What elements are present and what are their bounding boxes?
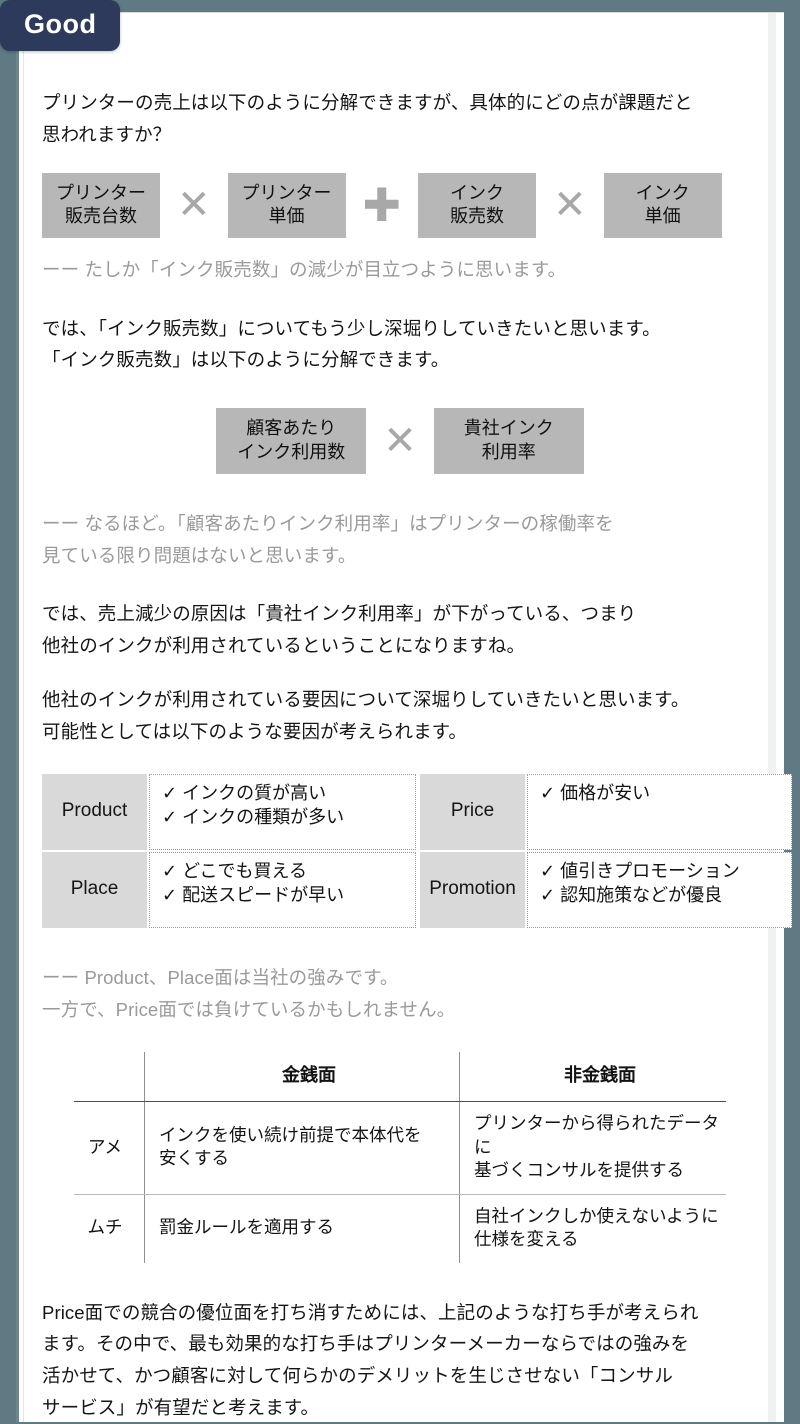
- four-p-items-product: ✓ インクの質が高い ✓ インクの種類が多い: [149, 773, 416, 850]
- table-header-row: 金銭面 非金銭面: [74, 1052, 726, 1103]
- table-corner-cell: [74, 1052, 145, 1103]
- table-cell-ame-monetary: インクを使い続け前提で本体代を 安くする: [144, 1101, 460, 1195]
- client-reply-2: ーー なるほど。「顧客あたりインク利用率」はプリンターの稼働率を 見ている限り問…: [42, 512, 614, 566]
- paragraph-ink-units-breakdown: では、「インク販売数」についてもう少し深堀りしていきたいと思います。 「インク販…: [42, 317, 661, 371]
- document-content: プリンターの売上は以下のように分解できますが、具体的にどの点が課題だと 思われま…: [42, 13, 792, 1424]
- formula-box-ink-per-customer: 顧客あたり インク利用数: [216, 408, 367, 474]
- table-header-monetary: 金銭面: [144, 1052, 460, 1103]
- four-p-label-place: Place: [42, 851, 147, 928]
- four-p-matrix: Product ✓ インクの質が高い ✓ インクの種類が多い Price ✓ 価…: [42, 773, 792, 928]
- four-p-items-price: ✓ 価格が安い: [527, 773, 792, 850]
- table-cell-muchi-nonmonetary: 自社インクしか使えないように 仕様を変える: [474, 1205, 719, 1250]
- table-row: ムチ 罰金ルールを適用する 自社インクしか使えないように 仕様を変える: [74, 1194, 726, 1263]
- table-rowhead-ame: アメ: [74, 1101, 145, 1195]
- multiply-icon: ✕: [177, 183, 211, 228]
- conclusion-paragraph: Price面での競合の優位面を打ち消すためには、上記のような打ち手が考えられ ま…: [42, 1301, 699, 1418]
- intro-paragraph: プリンターの売上は以下のように分解できますが、具体的にどの点が課題だと 思われま…: [42, 92, 693, 145]
- formula-box-ink-units: インク 販売数: [418, 172, 537, 239]
- four-p-items-place: ✓ どこでも買える ✓ 配送スピードが早い: [149, 851, 416, 928]
- multiply-icon-3: ✕: [383, 418, 417, 463]
- table-cell-ame-nonmonetary: プリンターから得られたデータに 基づくコンサルを提供する: [459, 1101, 726, 1195]
- table-header-nonmonetary: 非金銭面: [459, 1052, 726, 1103]
- card-inner: プリンターの売上は以下のように分解できますが、具体的にどの点が課題だと 思われま…: [23, 13, 792, 1424]
- paragraph-factor-deep-dive: 他社のインクが利用されている要因について深堀りしていきたいと思います。 可能性と…: [42, 689, 690, 742]
- four-p-label-product: Product: [42, 773, 147, 850]
- carrot-stick-table: 金銭面 非金銭面 アメ インクを使い続け前提で本体代を 安くする プリンターから…: [74, 1052, 726, 1263]
- good-badge: Good: [0, 0, 121, 51]
- right-edge-strip: [768, 13, 776, 1422]
- formula-row-ink-breakdown: 顧客あたり インク利用数 ✕ 貴社インク 利用率: [42, 408, 758, 474]
- formula-box-printer-units: プリンター 販売台数: [42, 172, 160, 239]
- formula-row-sales-breakdown: プリンター 販売台数 ✕ プリンター 単価 ✚ インク 販売数 ✕ インク 単価: [42, 172, 758, 239]
- formula-box-own-ink-rate: 貴社インク 利用率: [433, 408, 584, 474]
- paragraph-root-cause: では、売上減少の原因は「貴社インク利用率」が下がっている、つまり 他社のインクが…: [42, 603, 637, 657]
- client-reply-3: ーー Product、Place面は当社の強みです。 一方で、Price面では負…: [42, 966, 456, 1020]
- table-cell-muchi-monetary: 罰金ルールを適用する: [144, 1194, 460, 1263]
- table-rowhead-muchi: ムチ: [74, 1194, 145, 1263]
- table-body: アメ インクを使い続け前提で本体代を 安くする プリンターから得られたデータに …: [74, 1101, 726, 1263]
- table-header: 金銭面 非金銭面: [74, 1052, 726, 1103]
- plus-icon: ✚: [362, 179, 402, 232]
- content-card: プリンターの売上は以下のように分解できますが、具体的にどの点が課題だと 思われま…: [16, 12, 792, 1424]
- formula-box-printer-price: プリンター 単価: [227, 172, 346, 239]
- table-row: アメ インクを使い続け前提で本体代を 安くする プリンターから得られたデータに …: [74, 1101, 726, 1195]
- four-p-label-price: Price: [420, 773, 525, 850]
- multiply-icon-2: ✕: [553, 183, 587, 228]
- page-background: プリンターの売上は以下のように分解できますが、具体的にどの点が課題だと 思われま…: [0, 0, 800, 1422]
- four-p-label-promotion: Promotion: [420, 851, 525, 928]
- four-p-items-promotion: ✓ 値引きプロモーション ✓ 認知施策などが優良: [527, 851, 792, 928]
- formula-box-ink-price: インク 単価: [603, 172, 722, 239]
- client-reply-1: ーー たしか「インク販売数」の減少が目立つように思います。: [42, 259, 567, 281]
